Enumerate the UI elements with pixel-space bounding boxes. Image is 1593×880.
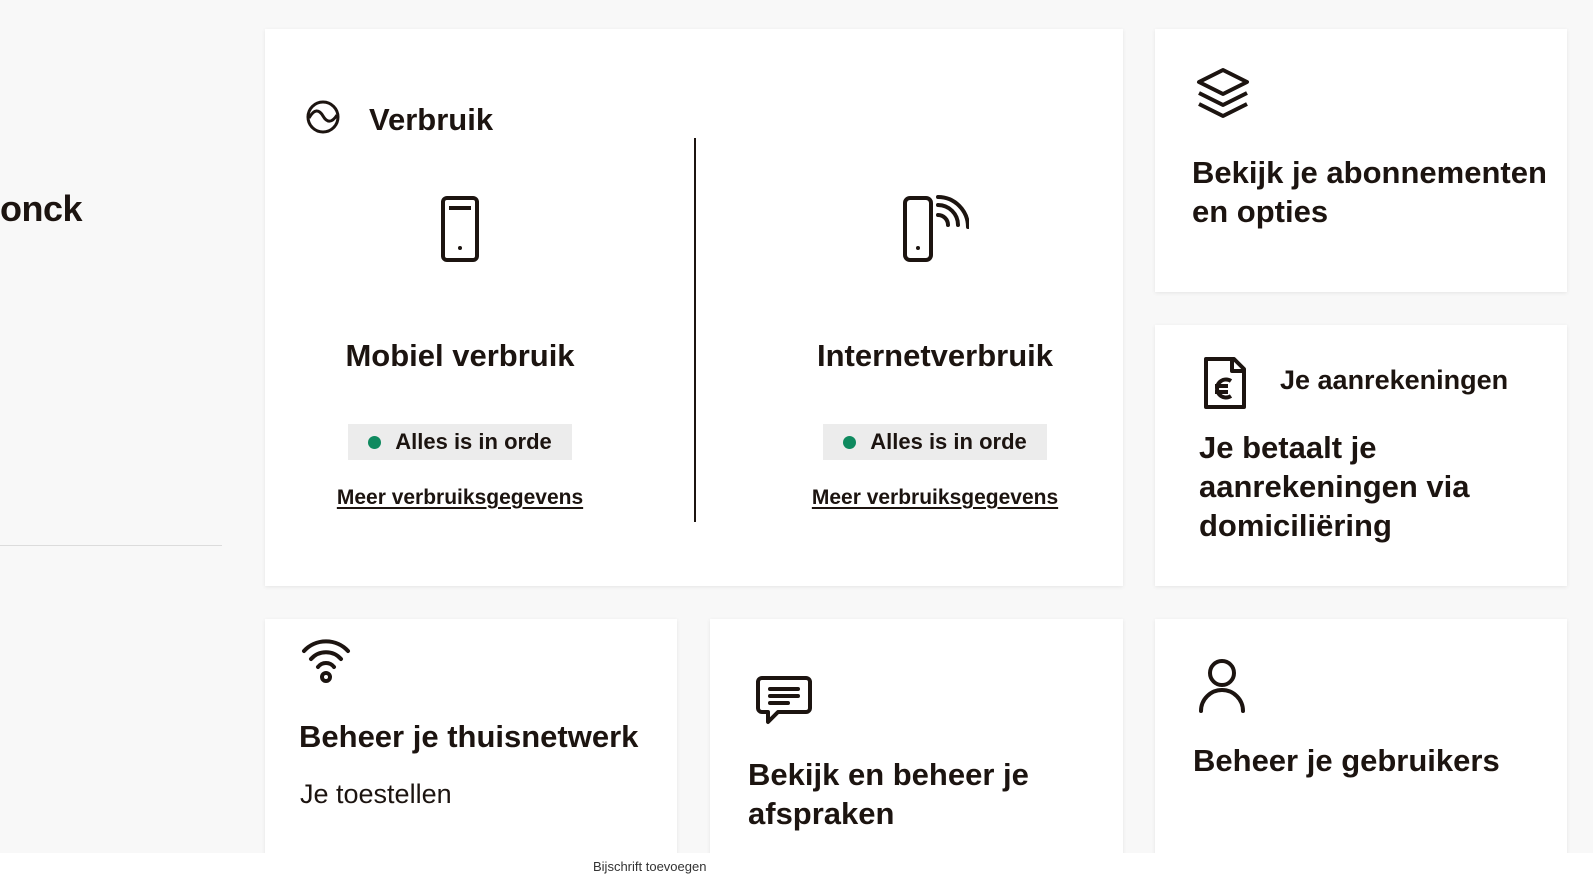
status-ok-dot xyxy=(843,435,857,449)
left-divider xyxy=(0,545,222,546)
users-title: Beheer je gebruikers xyxy=(1193,743,1500,778)
usage-gauge-icon xyxy=(305,99,341,140)
invoices-card[interactable]: Je aanrekeningen Je betaalt je aanrekeni… xyxy=(1155,325,1567,586)
internet-status-badge: Alles is in orde xyxy=(823,424,1047,460)
user-icon xyxy=(1197,657,1247,718)
usage-title: Verbruik xyxy=(369,101,494,137)
add-caption-text[interactable]: Bijschrift toevoegen xyxy=(593,859,706,874)
home-network-card[interactable]: Beheer je thuisnetwerk Je toestellen xyxy=(265,619,677,880)
euro-invoice-icon xyxy=(1202,355,1248,416)
subscriptions-title: Bekijk je abonnementen en opties xyxy=(1192,155,1547,229)
smartphone-icon xyxy=(440,195,480,268)
usage-divider xyxy=(694,138,696,522)
internet-status-text: Alles is in orde xyxy=(870,429,1027,454)
home-network-title: Beheer je thuisnetwerk xyxy=(299,719,639,754)
internet-usage-title: Internetverbruik xyxy=(816,338,1053,373)
appointments-card[interactable]: Bekijk en beheer je afspraken xyxy=(710,619,1123,880)
invoices-title: Je aanrekeningen xyxy=(1280,365,1509,395)
internet-usage: Internetverbruik Alles is in orde Meer v… xyxy=(785,195,1085,510)
invoices-description: Je betaalt je aanrekeningen via domicili… xyxy=(1199,430,1470,543)
users-card[interactable]: Beheer je gebruikers xyxy=(1155,619,1567,880)
home-network-subtitle: Je toestellen xyxy=(300,779,452,809)
internet-more-usage-link[interactable]: Meer verbruiksgegevens xyxy=(812,486,1058,510)
subscriptions-card[interactable]: Bekijk je abonnementen en opties xyxy=(1155,29,1567,292)
wifi-icon xyxy=(300,635,352,690)
mobile-status-text: Alles is in orde xyxy=(395,429,552,454)
layers-icon xyxy=(1195,66,1251,127)
mobile-usage-title: Mobiel verbruik xyxy=(345,338,575,373)
chat-icon xyxy=(756,674,812,733)
mobile-more-usage-link[interactable]: Meer verbruiksgegevens xyxy=(337,486,583,510)
caption-bar: Bijschrift toevoegen xyxy=(0,853,1593,880)
mobile-status-badge: Alles is in orde xyxy=(348,424,572,460)
mobile-usage: Mobiel verbruik Alles is in orde Meer ve… xyxy=(310,195,610,510)
appointments-title: Bekijk en beheer je afspraken xyxy=(748,757,1029,831)
usage-header: Verbruik xyxy=(305,99,493,140)
usage-card: Verbruik Mobiel verbruik Alles is in ord… xyxy=(265,29,1123,586)
user-name-fragment: onck xyxy=(0,188,83,229)
modem-wifi-icon xyxy=(901,195,970,268)
status-ok-dot xyxy=(368,435,382,449)
